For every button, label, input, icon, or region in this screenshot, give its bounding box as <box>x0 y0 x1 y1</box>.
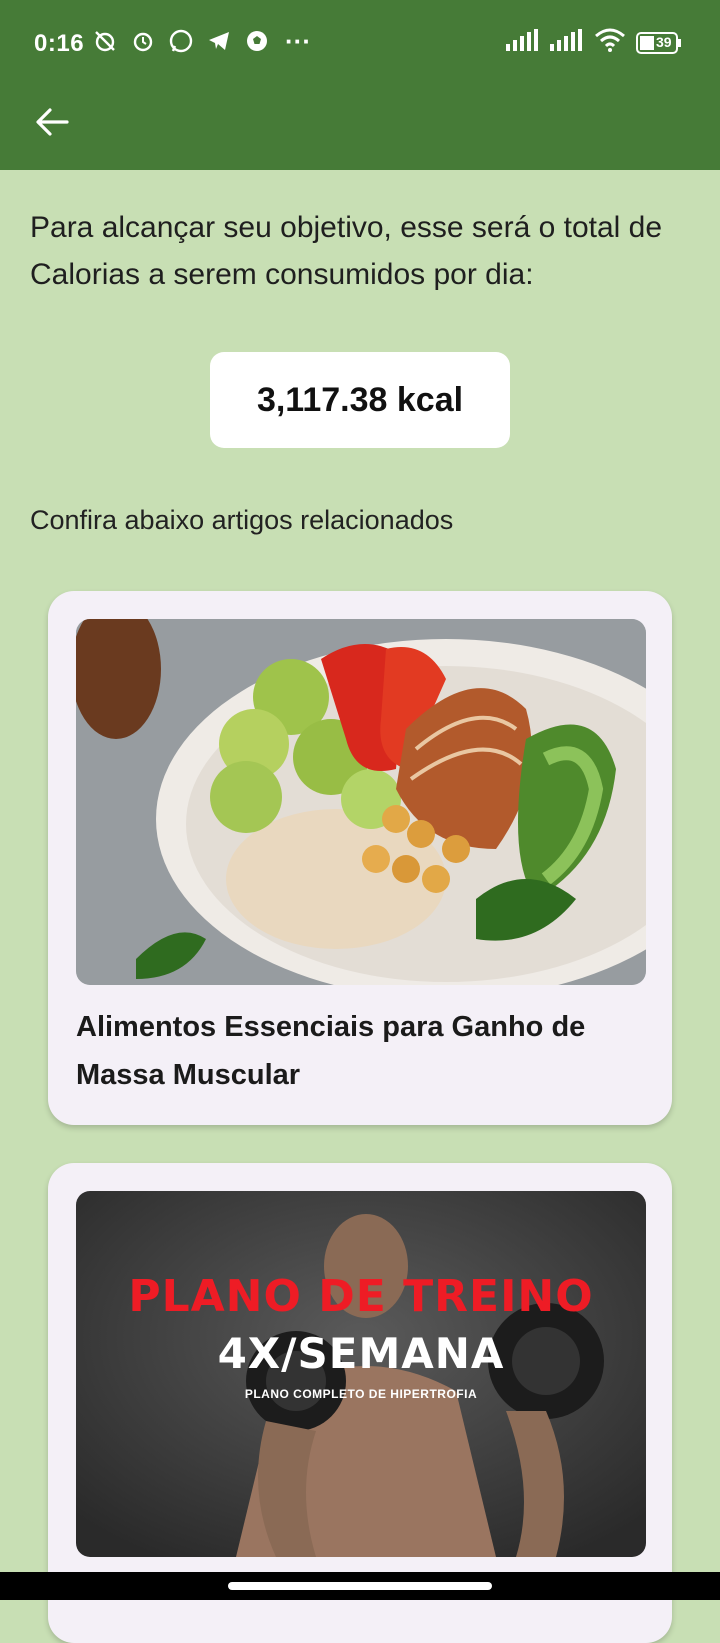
system-nav-bar <box>0 1572 720 1600</box>
whatsapp-icon <box>166 26 196 56</box>
related-articles-label: Confira abaixo artigos relacionados <box>30 505 454 535</box>
battery-icon: 39 <box>636 31 682 54</box>
battery-level: 39 <box>656 33 672 50</box>
telegram-icon <box>204 26 234 56</box>
article-title: Alimentos Essenciais para Ganho de Massa… <box>76 1011 586 1091</box>
status-right-icons: 39 <box>506 28 682 57</box>
signal-icon <box>506 29 540 56</box>
poster-subtitle: 4X/SEMANA <box>217 1329 505 1378</box>
calorie-intro-text: Para alcançar seu objetivo, esse será o … <box>30 211 663 291</box>
kcal-value-box: 3,117.38 kcal <box>210 352 510 448</box>
soccer-ball-icon <box>242 26 272 56</box>
poster-title: PLANO DE TREINO <box>128 1271 594 1322</box>
alarm-off-icon <box>90 26 120 56</box>
status-time: 0:16 <box>34 30 85 57</box>
wifi-icon <box>594 28 626 57</box>
alarm-icon <box>128 26 158 56</box>
poster-caption: PLANO COMPLETO DE HIPERTROFIA <box>244 1387 478 1401</box>
signal-icon-2 <box>550 29 584 56</box>
status-left-icons: ··· <box>90 26 316 56</box>
kcal-value: 3,117.38 kcal <box>256 380 464 419</box>
home-handle[interactable] <box>228 1582 492 1590</box>
article-card[interactable]: PLANO DE TREINO 4X/SEMANA PLANO COMPLETO… <box>48 1163 672 1643</box>
back-button[interactable] <box>26 96 78 148</box>
article-image <box>76 619 646 985</box>
article-card[interactable]: Alimentos Essenciais para Ganho de Massa… <box>48 591 672 1125</box>
arrow-left-icon <box>36 108 69 136</box>
article-image: PLANO DE TREINO 4X/SEMANA PLANO COMPLETO… <box>76 1191 646 1557</box>
more-dots-icon: ··· <box>285 25 311 56</box>
app-bar: 0:16 ··· 39 <box>0 0 720 170</box>
